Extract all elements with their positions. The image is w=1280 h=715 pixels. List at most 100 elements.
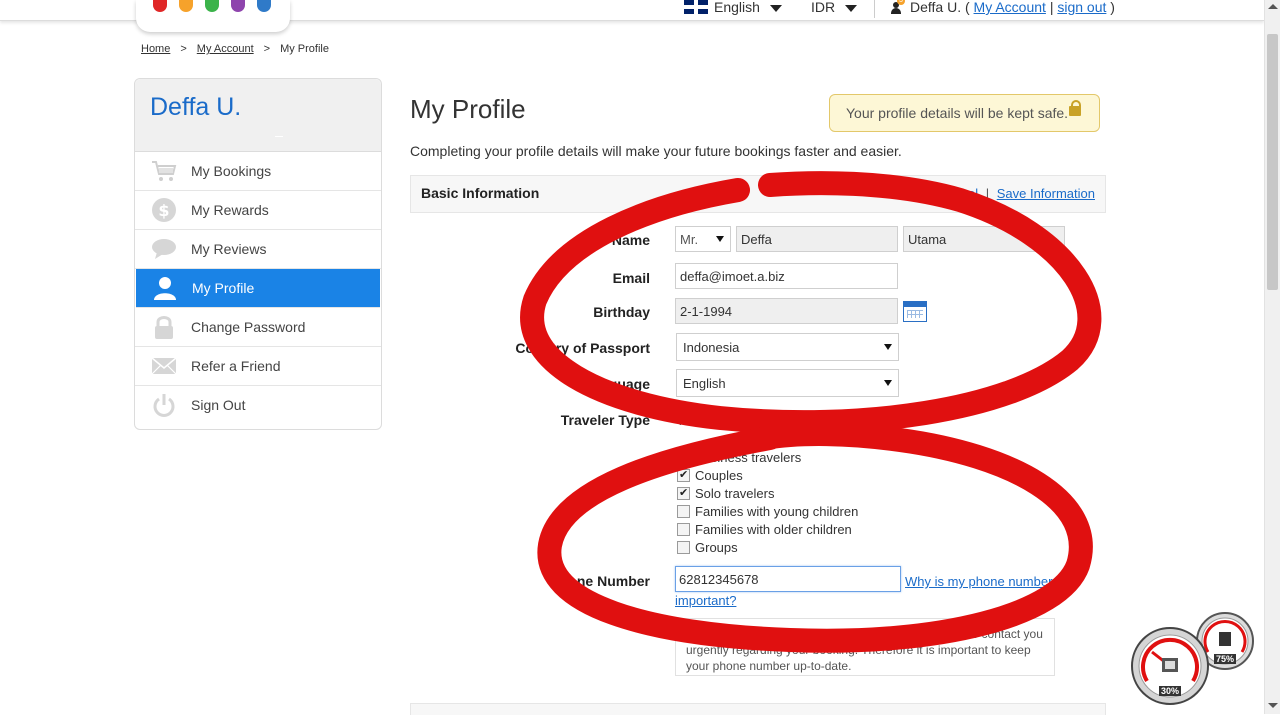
site-logo[interactable] xyxy=(136,0,290,32)
sidebar-item-label: Sign Out xyxy=(191,397,246,413)
sidebar-item-label: My Profile xyxy=(192,280,255,296)
dollar-coin-icon: $ xyxy=(152,198,176,222)
breadcrumb-separator: > xyxy=(263,43,271,55)
lower-annotation-ellipse xyxy=(537,422,1093,653)
country-select[interactable]: Indonesia xyxy=(676,333,899,361)
checkbox-label: Couples xyxy=(695,468,743,483)
sidebar-item-label: My Bookings xyxy=(191,163,272,179)
country-select-value: Indonesia xyxy=(683,340,740,355)
cancel-link[interactable]: Cancel xyxy=(938,186,978,201)
page-title: My Profile xyxy=(410,94,526,124)
person-icon xyxy=(154,277,176,300)
checkbox-label: Solo travelers xyxy=(695,486,775,501)
currency-label: IDR xyxy=(811,0,836,15)
language-selector[interactable]: English xyxy=(684,0,782,18)
language-label: Language xyxy=(583,376,650,392)
sidebar-header: Deffa U. xyxy=(135,79,381,152)
logo-dot-green xyxy=(205,0,219,12)
checkbox-label: Groups xyxy=(695,540,738,555)
scroll-down-arrow[interactable] xyxy=(1268,703,1278,708)
phone-why-link[interactable]: Why is my phone number xyxy=(905,574,1052,589)
memory-gauge-value: 75% xyxy=(1214,654,1237,664)
currency-selector[interactable]: IDR xyxy=(811,0,858,18)
cpu-gauge[interactable]: 30% xyxy=(1130,626,1210,706)
header-separator: | xyxy=(1049,0,1054,15)
safety-notice: Your profile details will be kept safe. xyxy=(829,94,1100,132)
phone-number-input[interactable]: 62812345678 xyxy=(675,566,901,592)
checkbox[interactable] xyxy=(677,451,690,464)
checkbox-label: Families with older children xyxy=(695,522,852,537)
first-name-input[interactable]: Deffa xyxy=(736,226,898,252)
checkbox-label: Families with young children xyxy=(695,504,859,519)
traveler-type-hint: You may select multiple traveler types xyxy=(676,413,894,428)
traveler-type-label: Traveler Type xyxy=(560,412,650,428)
svg-text:$: $ xyxy=(158,201,169,220)
cpu-gauge-value: 30% xyxy=(1159,686,1182,696)
profile-intro-text: Completing your profile details will mak… xyxy=(410,143,902,159)
checkbox[interactable] xyxy=(677,523,690,536)
language-select-value: English xyxy=(683,376,726,391)
padlock-icon xyxy=(1069,100,1081,116)
logo-dot-red xyxy=(153,0,167,12)
sidebar-item-my-profile[interactable]: My Profile xyxy=(136,269,380,308)
safety-notice-text: Your profile details will be kept safe. xyxy=(846,105,1069,121)
checkbox[interactable] xyxy=(677,468,690,482)
account-sidebar: Deffa U. My Bookings $ My Rewards My Rev… xyxy=(134,78,382,430)
last-name-input[interactable]: Utama xyxy=(903,226,1065,252)
sidebar-underline xyxy=(275,136,283,137)
sidebar-item-label: My Reviews xyxy=(191,241,267,257)
page-scrollbar[interactable] xyxy=(1264,0,1280,714)
user-icon[interactable]: 3 xyxy=(890,0,905,14)
sidebar-item-my-bookings[interactable]: My Bookings xyxy=(135,152,381,191)
cart-icon xyxy=(152,161,177,181)
basic-information-header: Basic Information Cancel | Save Informat… xyxy=(410,175,1106,213)
checkbox[interactable] xyxy=(677,541,690,554)
envelope-icon xyxy=(151,357,177,375)
email-label: Email xyxy=(612,270,650,286)
sidebar-item-my-rewards[interactable]: $ My Rewards xyxy=(135,191,381,230)
breadcrumb-home[interactable]: Home xyxy=(141,43,170,55)
section-title: Basic Information xyxy=(421,185,540,201)
dropdown-arrow-icon xyxy=(884,344,892,350)
breadcrumb-my-account[interactable]: My Account xyxy=(197,43,254,55)
sidebar-item-sign-out[interactable]: Sign Out xyxy=(135,386,381,424)
sidebar-item-refer-a-friend[interactable]: Refer a Friend xyxy=(135,347,381,386)
language-select[interactable]: English xyxy=(676,369,899,397)
scroll-thumb[interactable] xyxy=(1267,34,1278,290)
sidebar-item-label: Refer a Friend xyxy=(191,358,281,374)
title-select[interactable]: Mr. xyxy=(675,226,731,252)
breadcrumb-separator: > xyxy=(180,43,187,55)
notification-badge: 3 xyxy=(897,0,905,5)
checkbox-label: Business travelers xyxy=(695,450,802,465)
sidebar-user-name: Deffa U. xyxy=(150,93,242,121)
actions-separator: | xyxy=(985,186,990,201)
power-icon xyxy=(153,394,175,417)
email-field[interactable]: deffa@imoet.a.biz xyxy=(675,263,898,289)
chevron-down-icon xyxy=(845,4,858,12)
birthday-input[interactable]: 2-1-1994 xyxy=(675,298,898,324)
breadcrumb-current: My Profile xyxy=(280,43,329,55)
name-label: Name xyxy=(611,232,650,248)
uk-flag-icon xyxy=(684,0,708,14)
sidebar-item-label: Change Password xyxy=(191,319,306,335)
language-label: English xyxy=(714,0,760,15)
user-name-prefix: Deffa U. ( xyxy=(910,0,970,15)
logo-dot-orange xyxy=(179,0,193,12)
checkbox[interactable] xyxy=(677,486,690,500)
dropdown-arrow-icon xyxy=(716,236,724,242)
sidebar-item-label: My Rewards xyxy=(191,202,269,218)
save-information-link[interactable]: Save Information xyxy=(997,186,1095,201)
dropdown-arrow-icon xyxy=(884,380,892,386)
phone-why-link-continued[interactable]: important? xyxy=(675,593,736,608)
speech-bubble-icon xyxy=(152,239,176,259)
logo-dot-blue xyxy=(257,0,271,12)
sidebar-item-my-reviews[interactable]: My Reviews xyxy=(135,230,381,269)
checkbox[interactable] xyxy=(677,505,690,518)
sign-out-link[interactable]: sign out xyxy=(1057,0,1106,15)
calendar-icon[interactable] xyxy=(903,301,927,322)
my-account-link[interactable]: My Account xyxy=(974,0,1046,15)
section-actions: Cancel | Save Information xyxy=(938,186,1095,201)
sidebar-item-change-password[interactable]: Change Password xyxy=(135,308,381,347)
scroll-up-arrow[interactable] xyxy=(1268,4,1278,9)
country-of-passport-label: Country of Passport xyxy=(515,340,650,356)
